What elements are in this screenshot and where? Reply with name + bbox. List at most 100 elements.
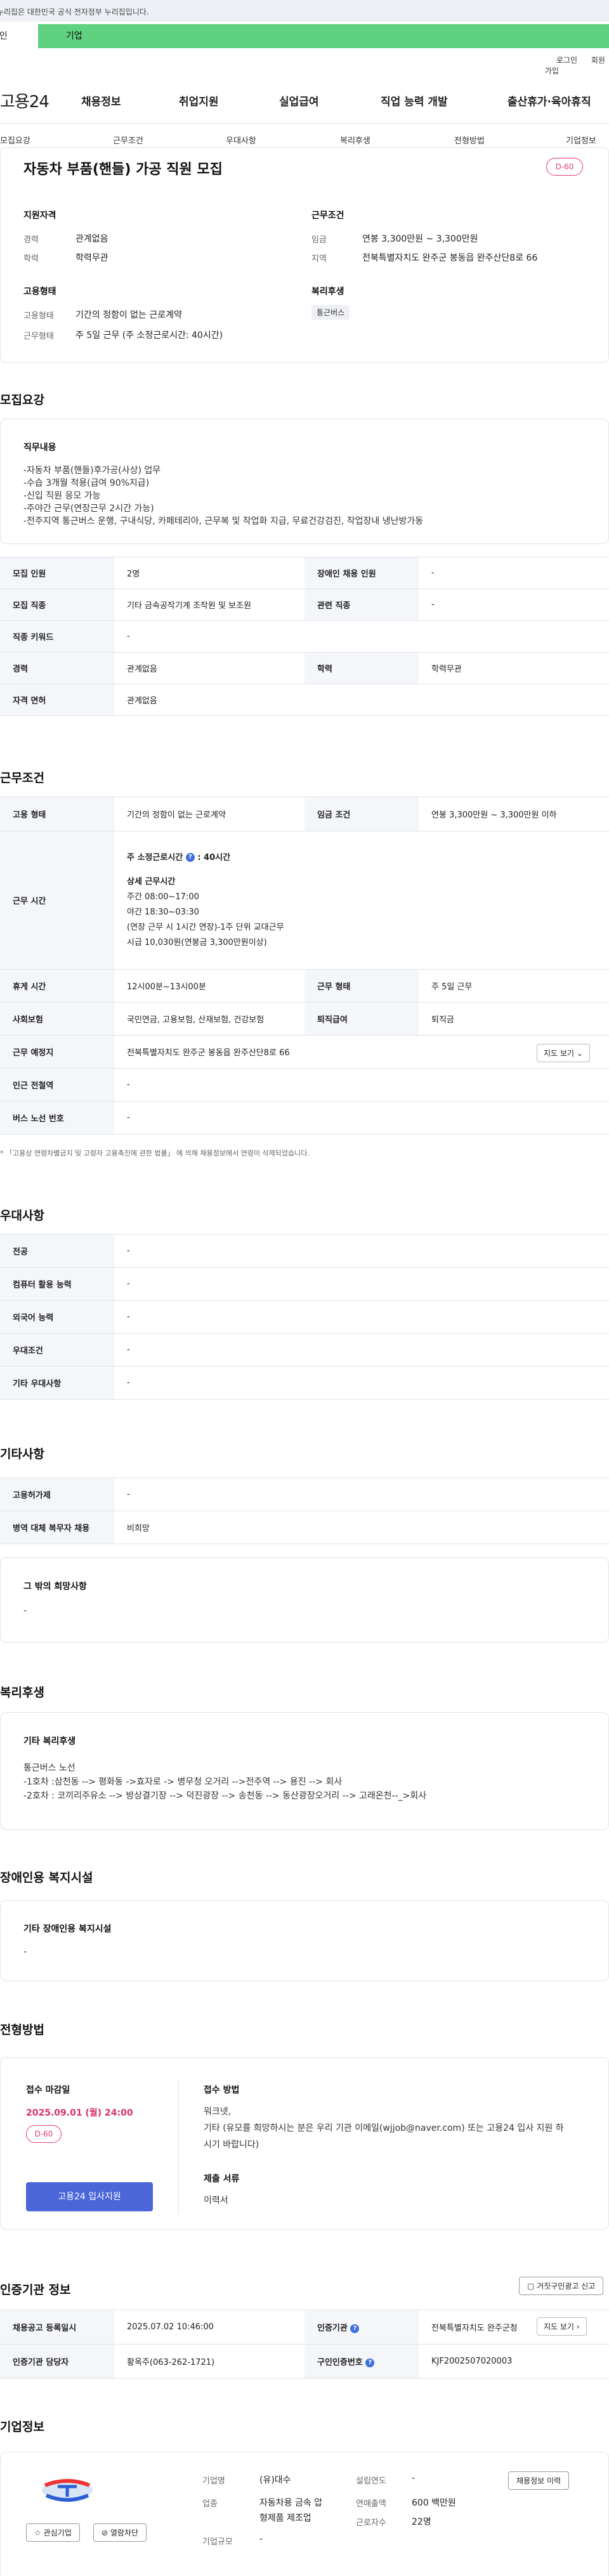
company-section-title: 기업정보	[0, 2420, 44, 2434]
cell-value: 연봉 3,300만원 ~ 3,300만원 이하	[419, 797, 609, 831]
cell-value: 전북특별자치도 완주군 봉동읍 완주산단8로 66	[114, 1035, 609, 1069]
subnav-welfare[interactable]: 복리후생	[340, 134, 370, 146]
map-view-button[interactable]: 지도 보기 ⌄	[537, 1044, 590, 1062]
edu-label: 학력	[23, 254, 39, 264]
user-type-tabs: 개인 기업	[0, 24, 609, 48]
disability-box-title: 기타 장애인용 복지시설	[23, 1924, 112, 1934]
dday-badge: D-60	[546, 158, 583, 176]
table-row: 고용허가제 -	[0, 1478, 609, 1511]
gnb-item-training[interactable]: 직업 능력 개발	[381, 93, 448, 108]
cell-label: 퇴직급여	[304, 1002, 419, 1036]
method-line: 기타 (유모를 희망하시는 분은 우리 기관 이메일(wjjob@naver.c…	[204, 2123, 564, 2133]
subnav-work[interactable]: 근무조건	[113, 134, 143, 146]
duty-line: -신입 직원 응모 가능	[23, 491, 101, 501]
subnav-process[interactable]: 전형방법	[454, 134, 485, 146]
cell-value: -	[419, 589, 609, 621]
method-line: 워크넷,	[204, 2107, 232, 2117]
deadline-value: 2025.09.01 (월) 24:00	[26, 2108, 133, 2118]
hiring-history-button[interactable]: 채용정보 이력	[508, 2471, 570, 2490]
table-row: 병역 대체 복무자 채용 비희망	[0, 1511, 609, 1544]
tab-individual[interactable]: 개인	[0, 24, 38, 48]
disability-value: -	[23, 1947, 27, 1957]
staff-label: 근로자수	[356, 2518, 386, 2528]
info-icon[interactable]: ?	[365, 2358, 375, 2367]
method-title: 접수 방법	[204, 2085, 240, 2095]
hope-value: -	[23, 1606, 27, 1616]
founded-value: -	[412, 2473, 416, 2483]
cell-value: 비희망	[114, 1511, 609, 1544]
etc-table: 고용허가제 - 병역 대체 복무자 채용 비희망	[0, 1478, 609, 1544]
company-name-label: 기업명	[202, 2476, 225, 2486]
qual-heading: 지원자격	[23, 211, 56, 221]
disability-section-title: 장애인용 복지시설	[0, 1871, 93, 1885]
company-name-value: (유)대수	[259, 2475, 291, 2485]
table-row: 전공 -	[0, 1234, 609, 1268]
company-box: ☆ 관심기업 ⊘ 열람차단 기업명 (유)대수 업종 자동차용 금속 압 형제품…	[0, 2452, 609, 2576]
job-title: 자동차 부품(핸들) 가공 직원 모집	[23, 162, 223, 178]
table-row: 인증기관 담당자 황옥주(063-262-1721) 구인인증번호 ? KJF2…	[0, 2344, 609, 2379]
summary-card: 자동차 부품(핸들) 가공 직원 모집 D-60 지원자격 경력 관계없음 학력…	[0, 147, 609, 363]
welfare-line: -2호차 : 코끼리주유소 --> 방상결기장 --> 덕진광장 --> 송천동…	[23, 1791, 427, 1801]
subnav-company[interactable]: 기업정보	[566, 134, 596, 146]
cell-value: -	[114, 1478, 609, 1511]
career-label: 경력	[23, 235, 39, 245]
false-ad-report-button[interactable]: ▢ 거짓구인광고 신고	[519, 2277, 604, 2295]
worktype-value: 주 5일 근무 (주 소정근로시간: 40시간)	[75, 330, 223, 341]
emptype-label: 고용형태	[23, 311, 54, 321]
cell-label: 인증기관 담당자	[0, 2344, 114, 2379]
subnav-recruit[interactable]: 모집요강	[0, 134, 30, 146]
cell-label: 우대조건	[0, 1333, 114, 1367]
gnb-item-unemployment-benefit[interactable]: 실업급여	[279, 93, 319, 108]
gnb-item-leave[interactable]: 출산휴가·육아휴직	[508, 93, 591, 108]
cell-value: 기타 금속공작기계 조작원 및 보조원	[114, 589, 304, 621]
docs-value: 이력서	[204, 2195, 228, 2206]
cell-label: 임금 조건	[304, 797, 419, 831]
apply-button[interactable]: 고용24 입사지원	[26, 2182, 153, 2211]
table-row: 채용공고 등록일시 2025.07.02 10:46:00 인증기관 ? 전북특…	[0, 2310, 609, 2345]
global-nav: 고용24 채용정보 취업지원 실업급여 직업 능력 개발 출산휴가·육아휴직	[0, 89, 609, 114]
gnb-item-jobs[interactable]: 채용정보	[81, 93, 121, 108]
table-row: 휴게 시간 12시00분~13시00분 근무 형태 주 5일 근무	[0, 969, 609, 1003]
cell-label: 인증기관 ?	[304, 2310, 419, 2345]
info-icon[interactable]: ?	[185, 853, 195, 862]
work-time-cell: 주 소정근로시간 ? : 40시간 상세 근무시간 주간 08:00~17:00…	[114, 831, 609, 970]
gnb-item-employment-support[interactable]: 취업지원	[179, 93, 219, 108]
table-row: 우대조건 -	[0, 1333, 609, 1367]
process-section-title: 전형방법	[0, 2023, 44, 2037]
info-icon[interactable]: ?	[350, 2324, 360, 2333]
cell-value: -	[114, 1101, 609, 1135]
table-row: 사회보험 국민연금, 고용보험, 산재보험, 건강보험 퇴직급여 퇴직금	[0, 1002, 609, 1036]
favorite-company-button[interactable]: ☆ 관심기업	[26, 2523, 80, 2542]
duty-line: -주야간 근무(연장근무 2시간 가능)	[23, 504, 154, 514]
cell-label: 근무 시간	[0, 831, 114, 970]
welfare-box-title: 기타 복리후생	[23, 1736, 76, 1747]
table-row: 인근 전철역 -	[0, 1068, 609, 1102]
welfare-heading: 복리후생	[311, 287, 344, 297]
table-row: 모집 인원 2명 장애인 채용 인원 -	[0, 557, 609, 589]
doc-icon: ▢	[527, 2282, 537, 2291]
cell-value: 퇴직금	[419, 1002, 609, 1036]
cell-value: 12시00분~13시00분	[114, 969, 304, 1003]
work-table: 고용 형태 기간의 정함이 없는 근로계약 임금 조건 연봉 3,300만원 ~…	[0, 797, 609, 1135]
table-row: 컴퓨터 활용 능력 -	[0, 1267, 609, 1301]
recruit-section-title: 모집요강	[0, 393, 44, 407]
subnav-pref[interactable]: 우대사항	[226, 134, 256, 146]
staff-value: 22명	[412, 2517, 431, 2527]
docs-title: 제출 서류	[204, 2174, 240, 2184]
cell-label: 휴게 시간	[0, 969, 114, 1003]
industry-label: 업종	[202, 2499, 218, 2509]
cell-label: 자격 면허	[0, 684, 114, 716]
gov-banner: 이 누리집은 대한민국 공식 전자정부 누리집입니다.	[0, 0, 609, 22]
worktype-label: 근무형태	[23, 332, 54, 341]
pref-table: 전공 - 컴퓨터 활용 능력 - 외국어 능력 - 우대조건 - 기타 우대사항 -	[0, 1234, 609, 1400]
table-row: 경력 관계없음 학력 학력무관	[0, 652, 609, 684]
welfare-section-title: 복리후생	[0, 1686, 44, 1700]
site-logo[interactable]: 고용24	[0, 89, 49, 112]
block-company-button[interactable]: ⊘ 열람차단	[93, 2523, 147, 2542]
login-link[interactable]: 로그인	[556, 56, 577, 65]
agency-map-button[interactable]: 지도 보기 ›	[537, 2317, 587, 2336]
cell-value: -	[114, 1068, 609, 1102]
tab-corporate[interactable]: 기업	[38, 24, 609, 48]
duty-line: -전주지역 통근버스 운행, 구내식당, 카페테리아, 근무복 및 작업화 지급…	[23, 516, 424, 526]
agency-table: 채용공고 등록일시 2025.07.02 10:46:00 인증기관 ? 전북특…	[0, 2310, 609, 2379]
